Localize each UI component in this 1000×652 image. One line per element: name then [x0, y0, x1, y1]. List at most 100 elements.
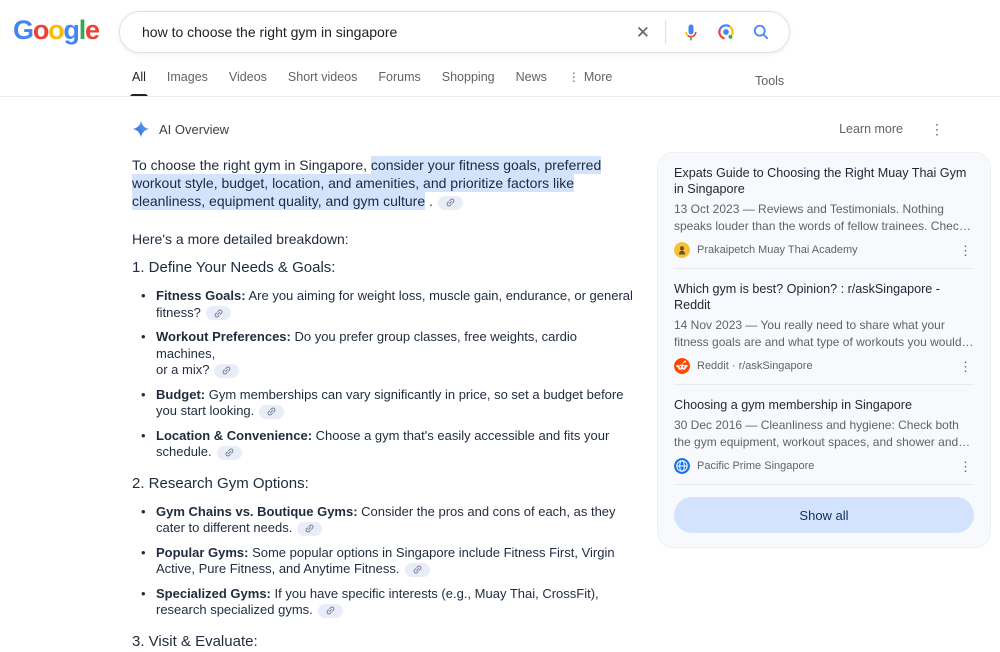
tab-all[interactable]: All: [132, 70, 146, 97]
source-link-chip[interactable]: [214, 364, 239, 378]
source-name: Prakaipetch Muay Thai Academy: [697, 244, 950, 256]
section-heading: 2. Research Gym Options:: [132, 474, 637, 494]
bullet-lead: Popular Gyms:: [156, 545, 248, 560]
highlighted-text[interactable]: consider your fitness goals, preferred: [371, 156, 601, 174]
bullet-text: Gym memberships can vary significantly i…: [205, 387, 623, 402]
bullet-text: cater to different needs.: [156, 520, 292, 535]
card-kebab-icon[interactable]: ⋮: [957, 360, 974, 373]
source-name: Pacific Prime Singapore: [697, 460, 950, 472]
link-icon: [224, 447, 235, 458]
tab-more[interactable]: ⋮ More: [568, 70, 612, 97]
logo-letter: o: [48, 15, 63, 45]
bullet-text: Choose a gym that's easily accessible an…: [312, 428, 609, 443]
ai-sparkle-icon: [132, 120, 150, 138]
bullet-text: fitness?: [156, 305, 201, 320]
bullet-lead: Gym Chains vs. Boutique Gyms:: [156, 504, 358, 519]
google-lens-icon[interactable]: [716, 22, 736, 42]
bullet-text: schedule.: [156, 444, 212, 459]
link-icon: [445, 197, 456, 208]
source-card[interactable]: Expats Guide to Choosing the Right Muay …: [658, 153, 990, 268]
link-icon: [213, 308, 224, 319]
overview-kebab-icon[interactable]: ⋮: [930, 122, 944, 136]
bullet-text: If you have specific interests (e.g., Mu…: [271, 586, 599, 601]
source-link-chip[interactable]: [405, 563, 430, 577]
source-link-chip[interactable]: [217, 446, 242, 460]
source-card[interactable]: Which gym is best? Opinion? : r/askSinga…: [658, 269, 990, 384]
muay-thai-academy-favicon: [674, 242, 690, 258]
bullet-lead: Workout Preferences:: [156, 329, 291, 344]
tab-forums[interactable]: Forums: [378, 70, 420, 97]
link-icon: [266, 406, 277, 417]
answer-intro: To choose the right gym in Singapore, co…: [132, 156, 637, 210]
sources-panel: Expats Guide to Choosing the Right Muay …: [657, 152, 991, 548]
clear-icon[interactable]: ✕: [636, 24, 650, 41]
source-card-snippet: 13 Oct 2023 — Reviews and Testimonials. …: [674, 201, 974, 234]
bullet-item: Workout Preferences: Do you prefer group…: [156, 329, 637, 379]
card-kebab-icon[interactable]: ⋮: [957, 244, 974, 257]
source-link-chip[interactable]: [206, 306, 231, 320]
ai-overview-title: AI Overview: [159, 122, 229, 137]
logo-letter: o: [33, 15, 48, 45]
ai-overview-answer: To choose the right gym in Singapore, co…: [132, 156, 637, 652]
source-link-chip[interactable]: [438, 196, 463, 210]
bullet-text: Active, Pure Fitness, and Anytime Fitnes…: [156, 561, 400, 576]
section-heading: 3. Visit & Evaluate:: [132, 632, 637, 652]
learn-more-link[interactable]: Learn more: [839, 122, 903, 136]
tab-images[interactable]: Images: [167, 70, 208, 97]
source-card-title[interactable]: Which gym is best? Opinion? : r/askSinga…: [674, 281, 974, 313]
highlighted-text[interactable]: cleanliness, equipment quality, and gym …: [132, 192, 425, 210]
more-vertical-icon: ⋮: [568, 70, 580, 84]
globe-favicon: [674, 458, 690, 474]
bullet-lead: Specialized Gyms:: [156, 586, 271, 601]
card-kebab-icon[interactable]: ⋮: [957, 460, 974, 473]
google-logo[interactable]: Google: [13, 15, 99, 46]
source-card-title[interactable]: Choosing a gym membership in Singapore: [674, 397, 974, 413]
source-link-chip[interactable]: [297, 522, 322, 536]
source-card-snippet: 30 Dec 2016 — Cleanliness and hygiene: C…: [674, 417, 974, 450]
section-bullets: Fitness Goals: Are you aiming for weight…: [132, 288, 637, 461]
reddit-favicon: [674, 358, 690, 374]
section-heading: 1. Define Your Needs & Goals:: [132, 258, 637, 278]
link-icon: [304, 523, 315, 534]
highlighted-text[interactable]: workout style, budget, location, and ame…: [132, 174, 574, 192]
show-all-button[interactable]: Show all: [674, 497, 974, 533]
microphone-icon[interactable]: [681, 22, 701, 42]
search-bar-divider: [665, 20, 666, 44]
tab-short-videos[interactable]: Short videos: [288, 70, 357, 97]
bullet-item: Gym Chains vs. Boutique Gyms: Consider t…: [156, 504, 637, 537]
source-card-title[interactable]: Expats Guide to Choosing the Right Muay …: [674, 165, 974, 197]
search-icon[interactable]: [751, 22, 771, 42]
logo-letter: G: [13, 15, 33, 45]
tab-videos[interactable]: Videos: [229, 70, 267, 97]
bullet-lead: Location & Convenience:: [156, 428, 312, 443]
link-icon: [221, 365, 232, 376]
result-tabs: All Images Videos Short videos Forums Sh…: [132, 70, 612, 97]
search-input[interactable]: [142, 24, 636, 40]
bullet-lead: Budget:: [156, 387, 205, 402]
intro-text: .: [425, 193, 433, 209]
bullet-text: Are you aiming for weight loss, muscle g…: [246, 288, 633, 303]
bullet-text: Some popular options in Singapore includ…: [248, 545, 614, 560]
bullet-item: Budget: Gym memberships can vary signifi…: [156, 387, 637, 420]
link-icon: [412, 564, 423, 575]
bullet-item: Specialized Gyms: If you have specific i…: [156, 586, 637, 619]
search-bar[interactable]: ✕: [119, 11, 790, 53]
bullet-item: Popular Gyms: Some popular options in Si…: [156, 545, 637, 578]
breakdown-intro: Here's a more detailed breakdown:: [132, 230, 637, 248]
source-name: Reddit · r/askSingapore: [697, 360, 950, 372]
source-card-snippet: 14 Nov 2023 — You really need to share w…: [674, 317, 974, 350]
bullet-text: you start looking.: [156, 403, 254, 418]
source-link-chip[interactable]: [318, 604, 343, 618]
source-card[interactable]: Choosing a gym membership in Singapore 3…: [658, 385, 990, 484]
intro-text: To choose the right gym in Singapore,: [132, 157, 371, 173]
tab-news[interactable]: News: [516, 70, 547, 97]
tab-shopping[interactable]: Shopping: [442, 70, 495, 97]
tools-button[interactable]: Tools: [755, 74, 784, 88]
bullet-text: research specialized gyms.: [156, 602, 313, 617]
bullet-lead: Fitness Goals:: [156, 288, 246, 303]
ai-overview-label: AI Overview: [132, 120, 229, 138]
bullet-item: Location & Convenience: Choose a gym tha…: [156, 428, 637, 461]
header-divider: [0, 96, 1000, 97]
source-link-chip[interactable]: [259, 405, 284, 419]
card-divider: [674, 484, 974, 485]
